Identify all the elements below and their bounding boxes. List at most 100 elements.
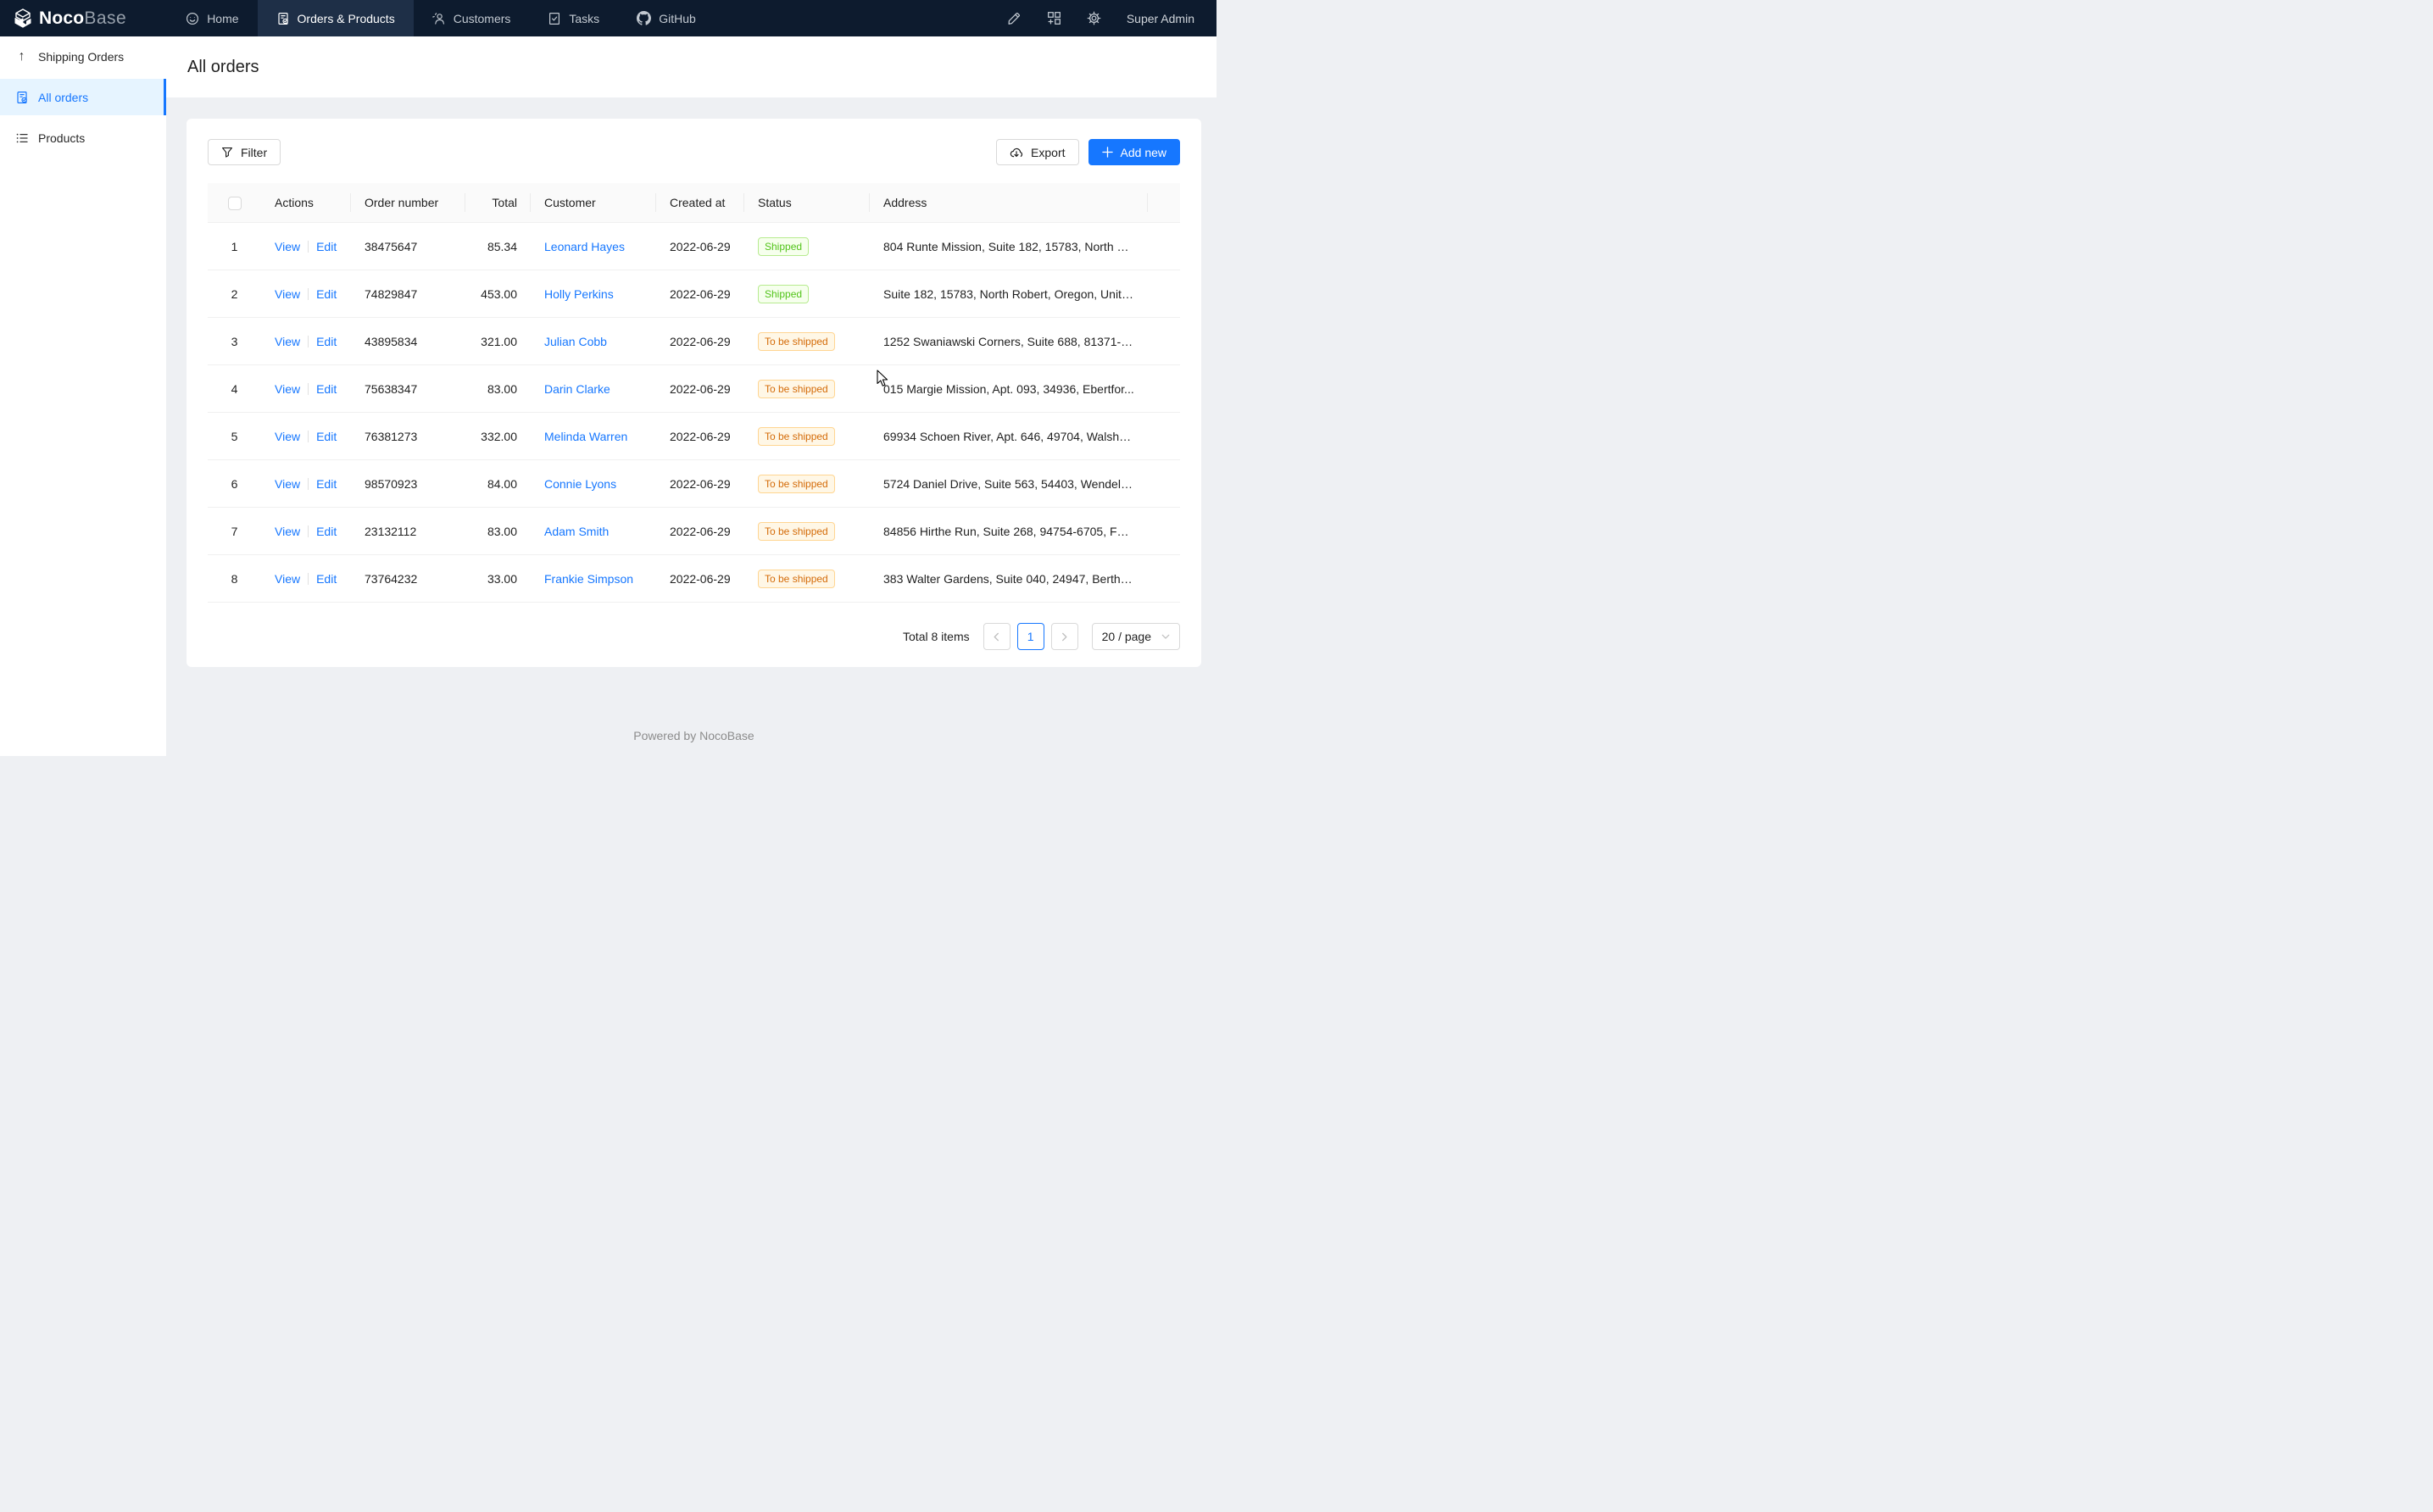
customer-link[interactable]: Adam Smith xyxy=(544,525,609,538)
action-divider xyxy=(308,288,309,300)
customer-link[interactable]: Holly Perkins xyxy=(544,287,614,301)
logo-text-base: Base xyxy=(84,8,126,28)
pagination-total: Total 8 items xyxy=(903,630,970,643)
view-link[interactable]: View xyxy=(275,335,300,348)
add-new-button[interactable]: Add new xyxy=(1088,139,1180,165)
customers-icon xyxy=(432,12,446,25)
status-cell: To be shipped xyxy=(744,318,870,365)
prev-page-icon xyxy=(992,632,1001,642)
customer-cell: Leonard Hayes xyxy=(531,223,656,270)
customer-cell: Julian Cobb xyxy=(531,318,656,365)
view-link[interactable]: View xyxy=(275,525,300,538)
main-content: All orders Filter xyxy=(166,36,1216,756)
customer-link[interactable]: Julian Cobb xyxy=(544,335,607,348)
select-all-checkbox[interactable] xyxy=(228,197,242,210)
actions-cell: View Edit xyxy=(261,270,351,318)
filler-cell xyxy=(1148,413,1180,460)
view-link[interactable]: View xyxy=(275,240,300,253)
plugin-add-icon[interactable] xyxy=(1047,11,1061,25)
column-header-created-at: Created at xyxy=(656,183,744,223)
address-cell: Suite 182, 15783, North Robert, Oregon, … xyxy=(870,270,1148,318)
address-cell: 84856 Hirthe Run, Suite 268, 94754-6705,… xyxy=(870,508,1148,555)
address-cell: 5724 Daniel Drive, Suite 563, 54403, Wen… xyxy=(870,460,1148,508)
customer-link[interactable]: Frankie Simpson xyxy=(544,572,633,586)
orders-table: Actions Order number Total Customer Crea… xyxy=(208,183,1180,603)
nav-item-home[interactable]: Home xyxy=(167,0,257,36)
sidebar-item-products[interactable]: Products xyxy=(0,120,166,156)
export-button[interactable]: Export xyxy=(996,139,1078,165)
actions-cell: View Edit xyxy=(261,460,351,508)
page-title: All orders xyxy=(187,58,259,77)
action-divider xyxy=(308,336,309,347)
page-1-button[interactable]: 1 xyxy=(1017,623,1044,650)
status-badge: To be shipped xyxy=(758,380,835,398)
customer-link[interactable]: Connie Lyons xyxy=(544,477,616,491)
customer-link[interactable]: Darin Clarke xyxy=(544,382,610,396)
page-size-select[interactable]: 20 / page xyxy=(1092,623,1180,650)
view-link[interactable]: View xyxy=(275,572,300,586)
row-index: 3 xyxy=(231,335,238,348)
filter-icon xyxy=(221,147,233,158)
table-toolbar: Filter Export xyxy=(208,139,1180,165)
status-cell: To be shipped xyxy=(744,413,870,460)
edit-link[interactable]: Edit xyxy=(316,335,337,348)
total-cell: 85.34 xyxy=(465,223,531,270)
table-row: 7 ViewEdit 23132112 83.00 Adam Smith 202… xyxy=(208,508,1180,555)
customer-link[interactable]: Melinda Warren xyxy=(544,430,627,443)
edit-link[interactable]: Edit xyxy=(316,382,337,396)
order-number-cell: 74829847 xyxy=(351,270,465,318)
plus-icon xyxy=(1102,147,1113,158)
status-cell: To be shipped xyxy=(744,508,870,555)
view-link[interactable]: View xyxy=(275,430,300,443)
next-page-button[interactable] xyxy=(1051,623,1078,650)
sidebar: ↑ Shipping Orders All orders xyxy=(0,36,166,756)
prev-page-button[interactable] xyxy=(983,623,1011,650)
page-size-value: 20 / page xyxy=(1102,630,1151,643)
row-index: 2 xyxy=(231,287,238,301)
edit-link[interactable]: Edit xyxy=(316,430,337,443)
status-badge: Shipped xyxy=(758,237,809,256)
nav-item-github[interactable]: GitHub xyxy=(618,0,715,36)
sidebar-item-label: Products xyxy=(38,131,85,145)
sidebar-item-all-orders[interactable]: All orders xyxy=(0,79,166,115)
settings-gear-icon[interactable] xyxy=(1087,11,1101,25)
customer-link[interactable]: Leonard Hayes xyxy=(544,240,625,253)
row-index: 7 xyxy=(231,525,238,538)
action-divider xyxy=(308,241,309,253)
nav-item-tasks[interactable]: Tasks xyxy=(529,0,618,36)
row-index: 4 xyxy=(231,382,238,396)
nav-item-customers[interactable]: Customers xyxy=(414,0,530,36)
filter-button[interactable]: Filter xyxy=(208,139,281,165)
export-cloud-icon xyxy=(1010,146,1023,159)
status-cell: To be shipped xyxy=(744,555,870,603)
status-cell: To be shipped xyxy=(744,460,870,508)
edit-link[interactable]: Edit xyxy=(316,287,337,301)
customer-cell: Holly Perkins xyxy=(531,270,656,318)
total-cell: 83.00 xyxy=(465,365,531,413)
nav-item-orders-products[interactable]: Orders & Products xyxy=(258,0,414,36)
view-link[interactable]: View xyxy=(275,477,300,491)
sidebar-item-shipping-orders[interactable]: ↑ Shipping Orders xyxy=(0,38,166,75)
edit-link[interactable]: Edit xyxy=(316,525,337,538)
actions-cell: View Edit xyxy=(261,413,351,460)
edit-link[interactable]: Edit xyxy=(316,477,337,491)
status-cell: To be shipped xyxy=(744,365,870,413)
nocobase-logo[interactable]: NocoBase xyxy=(0,0,126,36)
nav-item-label: Home xyxy=(207,12,238,25)
edit-link[interactable]: Edit xyxy=(316,572,337,586)
created-at-cell: 2022-06-29 xyxy=(656,270,744,318)
home-icon xyxy=(186,12,199,25)
view-link[interactable]: View xyxy=(275,287,300,301)
edit-link[interactable]: Edit xyxy=(316,240,337,253)
address-cell: 383 Walter Gardens, Suite 040, 24947, Be… xyxy=(870,555,1148,603)
highlighter-icon[interactable] xyxy=(1007,11,1022,25)
view-link[interactable]: View xyxy=(275,382,300,396)
table-row: 3 ViewEdit 43895834 321.00 Julian Cobb 2… xyxy=(208,318,1180,365)
arrow-up-icon: ↑ xyxy=(14,50,29,64)
status-badge: To be shipped xyxy=(758,475,835,493)
total-cell: 321.00 xyxy=(465,318,531,365)
column-header-total: Total xyxy=(465,183,531,223)
user-menu[interactable]: Super Admin xyxy=(1127,12,1194,25)
column-header-filler xyxy=(1148,183,1180,223)
status-badge: To be shipped xyxy=(758,522,835,541)
